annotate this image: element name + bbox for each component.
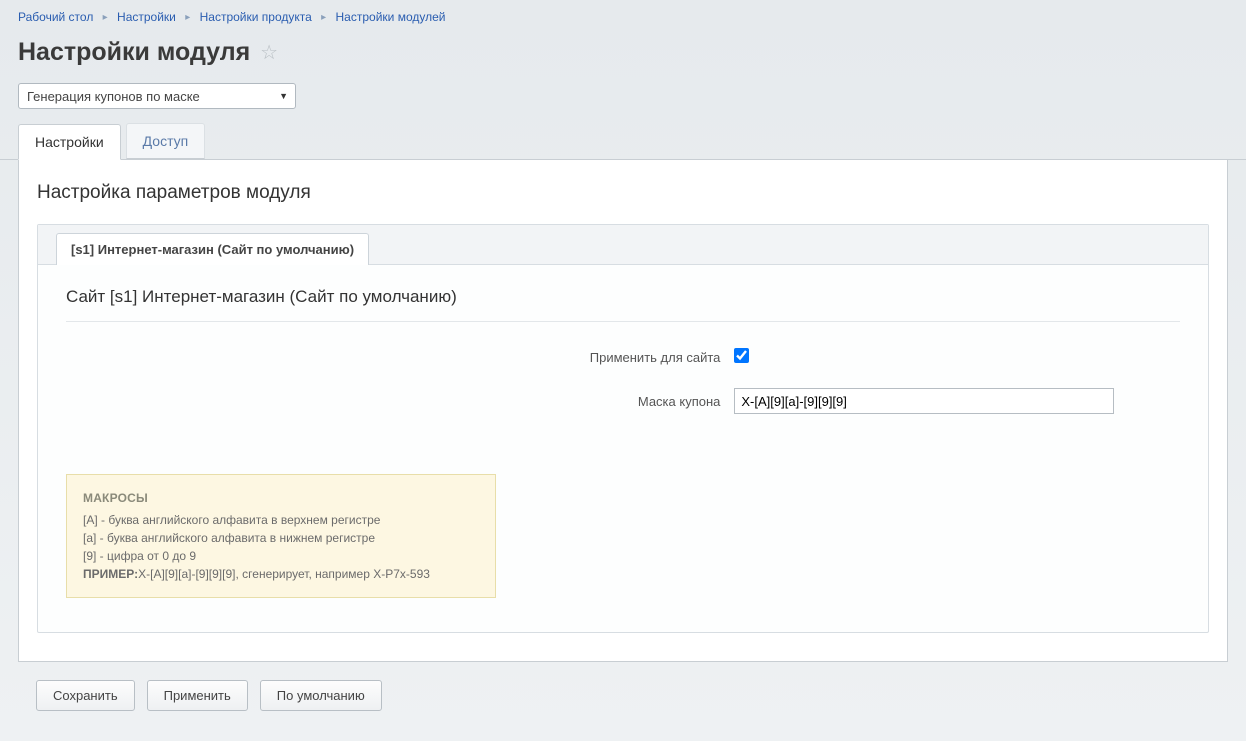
breadcrumb: Рабочий стол ▸ Настройки ▸ Настройки про… — [0, 0, 1246, 30]
inner-tabs: [s1] Интернет-магазин (Сайт по умолчанию… — [38, 225, 1208, 265]
input-coupon-mask[interactable] — [734, 388, 1114, 414]
favorite-star-icon[interactable]: ☆ — [260, 43, 278, 63]
breadcrumb-item-product-settings[interactable]: Настройки продукта — [200, 10, 312, 24]
chevron-right-icon: ▸ — [103, 12, 108, 23]
macros-line: [A] - буква английского алфавита в верхн… — [83, 511, 479, 529]
macros-example: ПРИМЕР:X-[A][9][a]-[9][9][9], сгенерируе… — [83, 565, 479, 583]
tab-access[interactable]: Доступ — [126, 123, 206, 159]
macros-line: [a] - буква английского алфавита в нижне… — [83, 529, 479, 547]
inner-tab-site-s1[interactable]: [s1] Интернет-магазин (Сайт по умолчанию… — [56, 233, 369, 265]
content-panel: Настройка параметров модуля [s1] Интерне… — [18, 160, 1228, 662]
section-title: Настройка параметров модуля — [37, 182, 1209, 204]
chevron-right-icon: ▸ — [321, 12, 326, 23]
tab-settings[interactable]: Настройки — [18, 124, 121, 160]
apply-button[interactable]: Применить — [147, 680, 248, 711]
inner-card: [s1] Интернет-магазин (Сайт по умолчанию… — [37, 224, 1209, 633]
chevron-right-icon: ▸ — [185, 12, 190, 23]
defaults-button[interactable]: По умолчанию — [260, 680, 382, 711]
page-title: Настройки модуля — [18, 38, 250, 67]
tabs: Настройки Доступ — [0, 123, 1246, 160]
breadcrumb-item-module-settings[interactable]: Настройки модулей — [336, 10, 446, 24]
macros-help-box: МАКРОСЫ [A] - буква английского алфавита… — [66, 474, 496, 598]
breadcrumb-item-settings[interactable]: Настройки — [117, 10, 176, 24]
label-apply-for-site: Применить для сайта — [66, 350, 734, 365]
breadcrumb-item-desktop[interactable]: Рабочий стол — [18, 10, 93, 24]
site-heading: Сайт [s1] Интернет-магазин (Сайт по умол… — [66, 287, 1180, 322]
macros-title: МАКРОСЫ — [83, 489, 479, 507]
macros-line: [9] - цифра от 0 до 9 — [83, 547, 479, 565]
checkbox-apply-for-site[interactable] — [734, 348, 749, 363]
module-select[interactable]: Генерация купонов по маске — [18, 83, 296, 109]
save-button[interactable]: Сохранить — [36, 680, 135, 711]
label-coupon-mask: Маска купона — [66, 394, 734, 409]
buttons-row: Сохранить Применить По умолчанию — [0, 662, 1246, 711]
